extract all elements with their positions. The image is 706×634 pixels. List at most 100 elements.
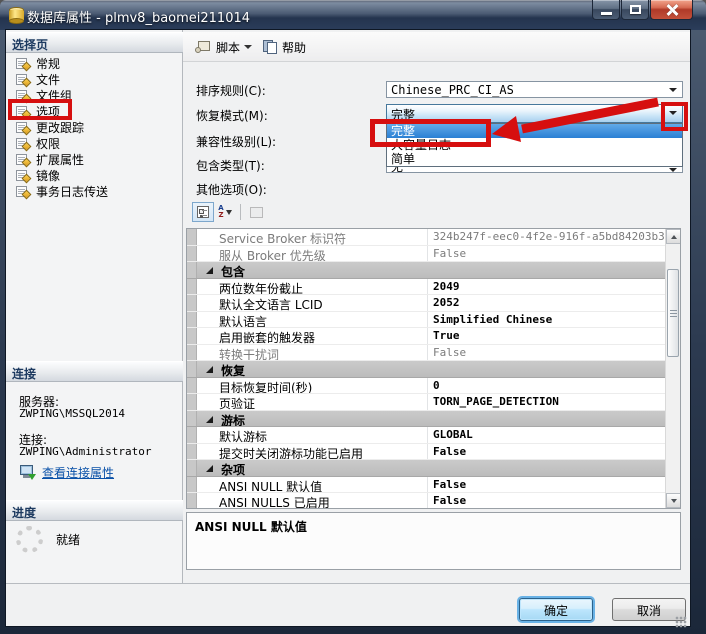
category-label: 杂项 xyxy=(221,463,245,477)
property-value[interactable]: True xyxy=(428,328,665,344)
sidebar-page-label: 常规 xyxy=(36,55,60,72)
resize-grip-icon[interactable] xyxy=(675,616,687,628)
sidebar-page-item[interactable]: 更改跟踪 xyxy=(16,119,84,135)
row-selector-strip xyxy=(187,328,197,344)
grid-category-row[interactable]: 恢复 xyxy=(187,361,665,378)
grid-category-row[interactable]: 包含 xyxy=(187,262,665,279)
row-selector-strip xyxy=(187,477,197,493)
grid-property-row[interactable]: 启用嵌套的触发器True xyxy=(187,328,665,345)
minimize-icon xyxy=(601,12,612,15)
property-name: ANSI NULLS 已启用 xyxy=(197,493,428,509)
property-name: 服从 Broker 优先级 xyxy=(197,246,428,262)
property-value[interactable]: 2052 xyxy=(428,295,665,311)
grid-property-row[interactable]: 目标恢复时间(秒)0 xyxy=(187,378,665,395)
row-selector-strip xyxy=(187,312,197,328)
property-value[interactable]: 0 xyxy=(428,378,665,394)
sidebar-page-label: 扩展属性 xyxy=(36,151,84,168)
property-grid: Service Broker 标识符324b247f-eec0-4f2e-916… xyxy=(186,228,681,509)
help-button[interactable]: 帮助 xyxy=(259,37,310,57)
sidebar-page-item[interactable]: 文件 xyxy=(16,71,60,87)
grid-scrollbar[interactable] xyxy=(665,229,680,508)
close-button[interactable] xyxy=(650,0,693,20)
scroll-up-button[interactable] xyxy=(666,229,681,244)
sidebar-page-label: 文件 xyxy=(36,71,60,88)
property-name: 提交时关闭游标功能已启用 xyxy=(197,444,428,460)
grid-property-row[interactable]: Service Broker 标识符324b247f-eec0-4f2e-916… xyxy=(187,229,665,246)
sidebar-page-label: 事务日志传送 xyxy=(36,183,108,200)
grid-category-row[interactable]: 游标 xyxy=(187,411,665,428)
script-button-label: 脚本 xyxy=(216,39,240,56)
sidebar-page-item[interactable]: 权限 xyxy=(16,135,60,151)
row-selector-strip xyxy=(187,444,197,460)
sidebar-page-item[interactable]: 镜像 xyxy=(16,167,60,183)
containment-type-label: 包含类型(T): xyxy=(196,157,265,174)
connection-header: 连接 xyxy=(6,361,183,382)
categorized-view-button[interactable] xyxy=(192,202,214,222)
row-selector-strip xyxy=(187,246,197,262)
view-connection-properties-link[interactable]: 查看连接属性 xyxy=(42,464,114,481)
grid-property-row[interactable]: ANSI NULLS 已启用False xyxy=(187,493,665,509)
category-label: 包含 xyxy=(221,265,245,279)
property-name: 启用嵌套的触发器 xyxy=(197,328,428,344)
property-value[interactable]: False xyxy=(428,246,665,262)
grid-property-row[interactable]: 服从 Broker 优先级False xyxy=(187,246,665,263)
ok-button[interactable]: 确定 xyxy=(519,598,593,621)
close-icon xyxy=(665,3,679,17)
collation-label: 排序规则(C): xyxy=(196,82,266,99)
property-name: 默认语言 xyxy=(197,312,428,328)
database-icon xyxy=(9,7,24,24)
category-label: 恢复 xyxy=(221,364,245,378)
grid-property-row[interactable]: 转换干扰词False xyxy=(187,345,665,362)
scroll-down-button[interactable] xyxy=(666,493,681,508)
grid-property-row[interactable]: 两位数年份截止2049 xyxy=(187,279,665,296)
grid-property-row[interactable]: 提交时关闭游标功能已启用False xyxy=(187,444,665,461)
sidebar-page-label: 镜像 xyxy=(36,167,60,184)
property-value[interactable]: TORN_PAGE_DETECTION xyxy=(428,394,665,410)
property-value[interactable]: 2049 xyxy=(428,279,665,295)
minimize-button[interactable] xyxy=(592,0,620,20)
dropdown-option[interactable]: 简单 xyxy=(387,152,682,166)
page-icon xyxy=(16,153,30,166)
row-selector-strip xyxy=(187,411,197,428)
script-button[interactable]: 脚本 xyxy=(191,37,256,57)
sidebar-page-item[interactable]: 常规 xyxy=(16,55,60,71)
scroll-down-icon xyxy=(671,499,677,503)
grid-property-row[interactable]: ANSI NULL 默认值False xyxy=(187,477,665,494)
sidebar-page-item[interactable]: 事务日志传送 xyxy=(16,183,108,199)
property-value[interactable]: False xyxy=(428,493,665,509)
row-selector-strip xyxy=(187,229,197,245)
property-value[interactable]: False xyxy=(428,345,665,361)
grid-property-row[interactable]: 默认游标GLOBAL xyxy=(187,427,665,444)
row-selector-strip xyxy=(187,493,197,509)
scrollbar-thumb[interactable] xyxy=(667,269,679,357)
property-value[interactable]: 324b247f-eec0-4f2e-916f-a5bd84203b36 xyxy=(428,229,665,245)
row-selector-strip xyxy=(187,345,197,361)
property-value[interactable]: False xyxy=(428,477,665,493)
dialog-toolbar: 脚本 帮助 xyxy=(183,32,690,62)
connection-value: ZWPING\Administrator xyxy=(19,445,151,458)
page-icon xyxy=(16,121,30,134)
row-selector-strip xyxy=(187,279,197,295)
recovery-model-label: 恢复模式(M): xyxy=(196,107,268,124)
category-expand-icon xyxy=(206,416,213,423)
page-icon xyxy=(16,169,30,182)
footer-divider xyxy=(6,583,690,584)
page-icon xyxy=(16,137,30,150)
sidebar-page-label: 更改跟踪 xyxy=(36,119,84,136)
script-icon xyxy=(195,40,212,54)
maximize-button[interactable] xyxy=(621,0,649,20)
grid-property-row[interactable]: 页验证TORN_PAGE_DETECTION xyxy=(187,394,665,411)
property-value[interactable]: False xyxy=(428,444,665,460)
page-icon xyxy=(16,57,30,70)
category-label: 游标 xyxy=(221,414,245,428)
property-value[interactable]: GLOBAL xyxy=(428,427,665,443)
sidebar-page-item[interactable]: 扩展属性 xyxy=(16,151,84,167)
grid-category-row[interactable]: 杂项 xyxy=(187,460,665,477)
grid-property-row[interactable]: 默认全文语言 LCID2052 xyxy=(187,295,665,312)
property-value[interactable]: Simplified Chinese xyxy=(428,312,665,328)
grid-property-row[interactable]: 默认语言Simplified Chinese xyxy=(187,312,665,329)
property-description-panel: ANSI NULL 默认值 xyxy=(186,512,681,570)
select-page-header: 选择页 xyxy=(6,32,183,53)
alphabetical-sort-button[interactable]: AZ xyxy=(214,202,236,222)
row-selector-strip xyxy=(187,460,197,477)
